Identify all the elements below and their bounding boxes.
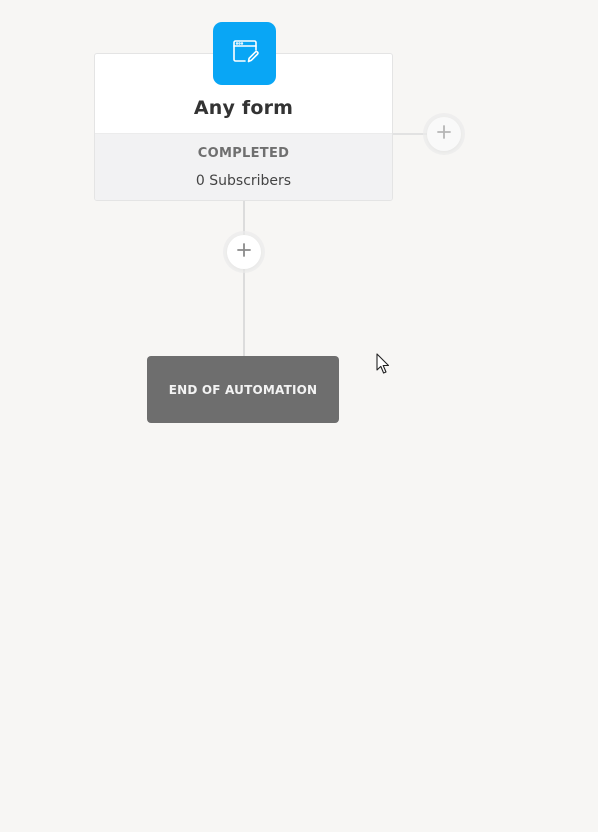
trigger-icon-tile[interactable]	[213, 22, 276, 85]
form-edit-icon	[231, 37, 259, 70]
end-of-automation-block[interactable]: END OF AUTOMATION	[147, 356, 339, 423]
add-step-below-button[interactable]	[227, 235, 261, 269]
status-label: COMPLETED	[197, 146, 290, 161]
automation-canvas: Any form COMPLETED 0 Subscribers END OF …	[0, 0, 598, 832]
trigger-title: Any form	[193, 97, 294, 119]
subscriber-count: 0 Subscribers	[195, 173, 292, 189]
plus-icon	[237, 242, 251, 262]
connector-right	[393, 133, 429, 135]
end-of-automation-label: END OF AUTOMATION	[168, 382, 318, 397]
plus-icon	[437, 124, 451, 144]
trigger-stats: COMPLETED 0 Subscribers	[95, 133, 392, 200]
connector-down	[243, 201, 245, 357]
mouse-pointer-icon	[376, 353, 390, 375]
add-step-right-button[interactable]	[427, 117, 461, 151]
